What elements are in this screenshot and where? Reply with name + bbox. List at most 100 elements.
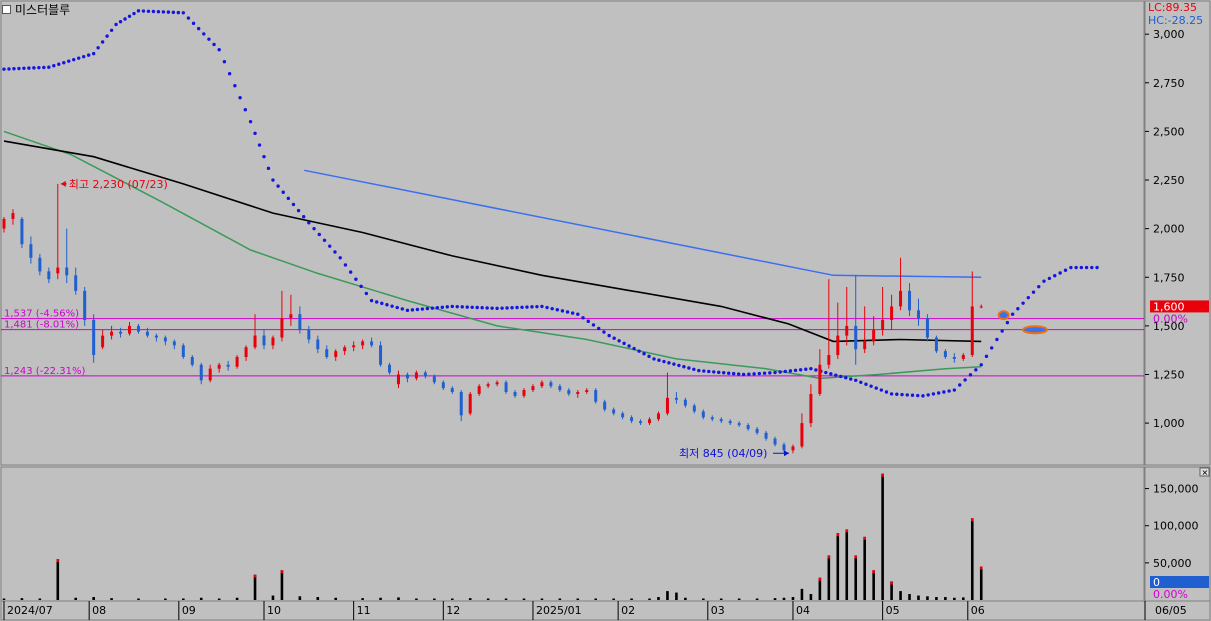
candle-body[interactable] bbox=[154, 335, 158, 338]
title-checkbox-icon[interactable] bbox=[2, 5, 11, 14]
candle-body[interactable] bbox=[280, 318, 284, 338]
candle-body[interactable] bbox=[504, 382, 508, 392]
candle-body[interactable] bbox=[890, 306, 894, 321]
candle-body[interactable] bbox=[361, 341, 365, 346]
candle-body[interactable] bbox=[639, 421, 643, 424]
candle-body[interactable] bbox=[235, 356, 239, 367]
candle-body[interactable] bbox=[612, 409, 616, 414]
candle-body[interactable] bbox=[110, 331, 114, 336]
candle-body[interactable] bbox=[450, 388, 454, 392]
price-panel[interactable] bbox=[0, 0, 1145, 466]
candle-body[interactable] bbox=[755, 428, 759, 433]
candle-body[interactable] bbox=[845, 325, 849, 336]
candle-body[interactable] bbox=[899, 290, 903, 307]
candle-body[interactable] bbox=[423, 372, 427, 377]
candle-body[interactable] bbox=[271, 337, 275, 346]
candle-body[interactable] bbox=[262, 335, 266, 346]
candle-body[interactable] bbox=[827, 355, 831, 365]
candle-body[interactable] bbox=[908, 290, 912, 311]
candle-body[interactable] bbox=[307, 329, 311, 340]
candle-body[interactable] bbox=[943, 351, 947, 357]
candle-body[interactable] bbox=[74, 275, 78, 291]
candle-body[interactable] bbox=[298, 314, 302, 330]
candle-body[interactable] bbox=[594, 390, 598, 402]
candle-body[interactable] bbox=[701, 411, 705, 418]
candle-body[interactable] bbox=[656, 413, 660, 420]
candle-body[interactable] bbox=[172, 341, 176, 346]
candle-body[interactable] bbox=[352, 345, 356, 348]
candle-body[interactable] bbox=[979, 306, 983, 308]
candle-body[interactable] bbox=[253, 335, 257, 348]
candle-body[interactable] bbox=[540, 382, 544, 387]
candle-body[interactable] bbox=[396, 374, 400, 385]
candle-body[interactable] bbox=[782, 444, 786, 451]
candle-body[interactable] bbox=[648, 419, 652, 424]
candle-body[interactable] bbox=[343, 347, 347, 352]
candle-body[interactable] bbox=[20, 218, 24, 245]
candle-body[interactable] bbox=[190, 356, 194, 365]
candle-body[interactable] bbox=[603, 401, 607, 410]
candle-body[interactable] bbox=[459, 391, 463, 416]
candle-body[interactable] bbox=[441, 382, 445, 389]
candle-body[interactable] bbox=[136, 325, 140, 332]
candle-body[interactable] bbox=[2, 218, 6, 229]
candle-body[interactable] bbox=[244, 347, 248, 357]
candle-body[interactable] bbox=[83, 290, 87, 321]
candle-body[interactable] bbox=[405, 374, 409, 379]
candle-body[interactable] bbox=[325, 349, 329, 357]
candle-body[interactable] bbox=[163, 337, 167, 342]
candle-body[interactable] bbox=[38, 257, 42, 272]
candle-body[interactable] bbox=[92, 320, 96, 356]
candle-body[interactable] bbox=[145, 331, 149, 336]
candle-body[interactable] bbox=[737, 423, 741, 426]
candle-body[interactable] bbox=[854, 325, 858, 350]
candle-body[interactable] bbox=[101, 335, 105, 348]
candle-body[interactable] bbox=[199, 364, 203, 381]
candle-body[interactable] bbox=[522, 390, 526, 396]
candle-body[interactable] bbox=[432, 376, 436, 383]
candle-body[interactable] bbox=[513, 391, 517, 396]
candle-body[interactable] bbox=[379, 345, 383, 365]
candle-body[interactable] bbox=[289, 314, 293, 319]
candle-body[interactable] bbox=[818, 364, 822, 394]
candle-body[interactable] bbox=[119, 331, 123, 334]
candle-body[interactable] bbox=[630, 417, 634, 422]
candle-body[interactable] bbox=[621, 413, 625, 418]
candle-body[interactable] bbox=[226, 364, 230, 367]
candle-body[interactable] bbox=[316, 339, 320, 350]
candle-body[interactable] bbox=[531, 386, 535, 391]
candle-body[interactable] bbox=[872, 329, 876, 342]
candle-body[interactable] bbox=[414, 372, 418, 379]
candle-body[interactable] bbox=[468, 393, 472, 414]
candle-body[interactable] bbox=[710, 417, 714, 420]
candle-body[interactable] bbox=[961, 355, 965, 359]
candle-body[interactable] bbox=[952, 356, 956, 359]
candle-body[interactable] bbox=[809, 393, 813, 424]
candle-body[interactable] bbox=[477, 386, 481, 394]
candle-body[interactable] bbox=[495, 382, 499, 385]
candle-body[interactable] bbox=[665, 397, 669, 414]
candle-body[interactable] bbox=[836, 335, 840, 356]
candle-body[interactable] bbox=[208, 368, 212, 381]
candle-body[interactable] bbox=[65, 267, 69, 276]
candle-body[interactable] bbox=[925, 318, 929, 338]
candle-body[interactable] bbox=[800, 423, 804, 447]
candle-body[interactable] bbox=[47, 271, 51, 280]
candle-body[interactable] bbox=[683, 399, 687, 406]
candle-body[interactable] bbox=[773, 438, 777, 445]
candle-body[interactable] bbox=[970, 306, 974, 356]
candle-body[interactable] bbox=[764, 432, 768, 439]
candle-body[interactable] bbox=[486, 384, 490, 387]
candle-body[interactable] bbox=[881, 320, 885, 330]
candle-body[interactable] bbox=[128, 325, 132, 334]
candle-body[interactable] bbox=[746, 425, 750, 429]
candle-body[interactable] bbox=[576, 391, 580, 394]
candle-body[interactable] bbox=[334, 351, 338, 357]
candle-body[interactable] bbox=[916, 310, 920, 319]
candle-body[interactable] bbox=[585, 390, 589, 392]
candle-body[interactable] bbox=[567, 390, 571, 394]
candle-body[interactable] bbox=[791, 446, 795, 451]
candle-body[interactable] bbox=[674, 397, 678, 400]
candle-body[interactable] bbox=[56, 267, 60, 274]
candle-body[interactable] bbox=[370, 341, 374, 346]
